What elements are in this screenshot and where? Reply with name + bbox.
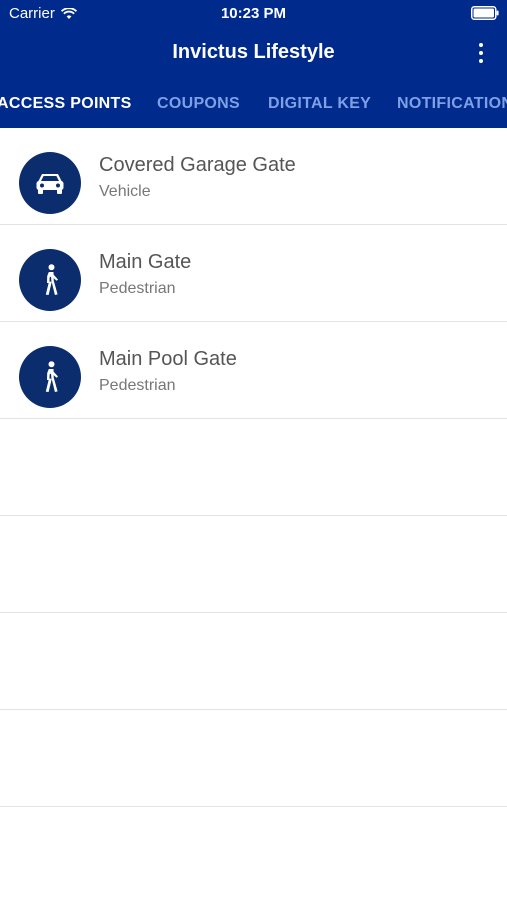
page-title: Invictus Lifestyle [172, 41, 335, 63]
access-point-type: Vehicle [99, 183, 151, 200]
list-item[interactable]: Main Gate Pedestrian [0, 225, 507, 322]
access-point-name: Covered Garage Gate [99, 154, 296, 176]
more-vertical-icon-dot [479, 51, 483, 55]
tab-bar: ACCESS POINTS COUPONS DIGITAL KEY NOTIFI… [0, 78, 507, 128]
empty-list-row [0, 419, 507, 516]
empty-list-row [0, 613, 507, 710]
nav-bar: Invictus Lifestyle [0, 28, 507, 78]
more-vertical-icon [479, 43, 483, 47]
tab-notifications[interactable]: NOTIFICATIONS [397, 95, 507, 113]
empty-list-row [0, 516, 507, 613]
list-item[interactable]: Covered Garage Gate Vehicle [0, 128, 507, 225]
empty-list-row [0, 710, 507, 807]
status-time: 10:23 PM [220, 5, 287, 22]
access-points-list: Covered Garage Gate Vehicle Main Gate Pe… [0, 128, 507, 807]
access-point-type: Pedestrian [99, 280, 176, 297]
tab-access-points[interactable]: ACCESS POINTS [0, 95, 132, 113]
battery-icon [471, 6, 499, 20]
access-point-type: Pedestrian [99, 377, 176, 394]
status-bar: Carrier 10:23 PM [0, 0, 507, 28]
tab-digital-key[interactable]: DIGITAL KEY [268, 95, 371, 113]
more-vertical-icon-dot [479, 59, 483, 63]
access-point-name: Main Pool Gate [99, 348, 237, 370]
app-screen: Carrier 10:23 PM Invictus Lifestyle ACCE… [0, 0, 507, 900]
list-item[interactable]: Main Pool Gate Pedestrian [0, 322, 507, 419]
car-icon [19, 152, 81, 214]
access-point-name: Main Gate [99, 251, 192, 273]
pedestrian-icon [19, 249, 81, 311]
tab-coupons[interactable]: COUPONS [157, 95, 240, 113]
pedestrian-icon [19, 346, 81, 408]
top-bar: Carrier 10:23 PM Invictus Lifestyle ACCE… [0, 0, 507, 128]
more-options-button[interactable] [447, 39, 483, 67]
